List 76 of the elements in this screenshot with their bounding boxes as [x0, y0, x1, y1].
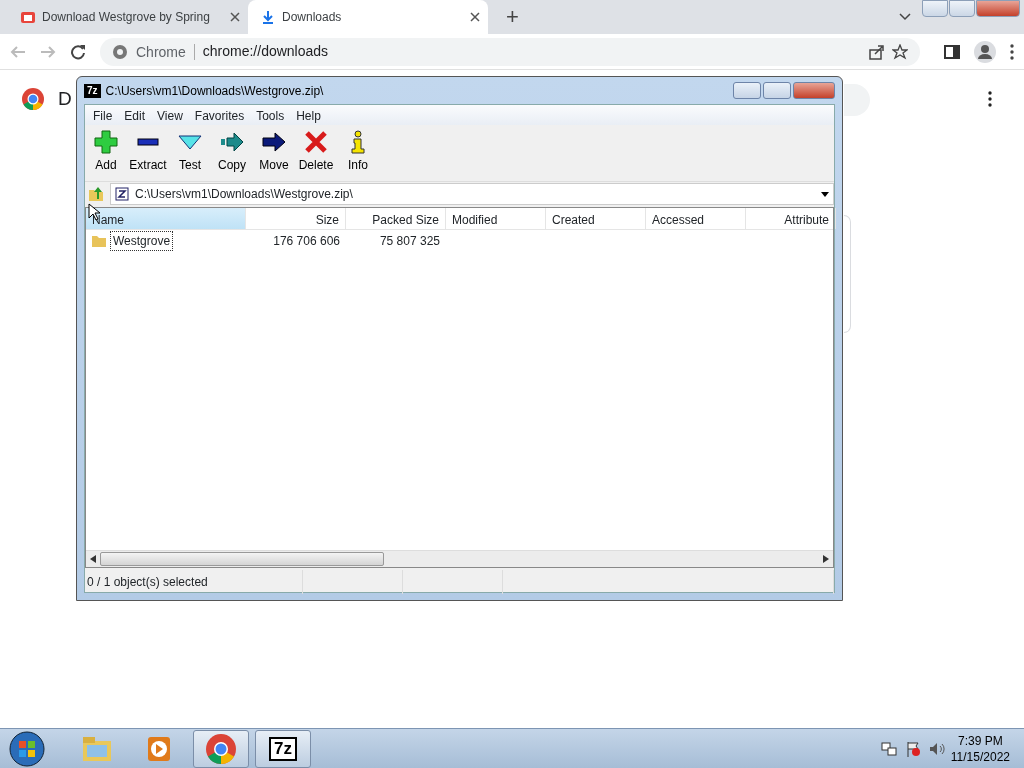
toolbar-button[interactable]: Info: [337, 127, 379, 177]
store-icon: [20, 9, 36, 25]
share-icon[interactable]: [868, 43, 884, 60]
browser-tab[interactable]: Downloads: [248, 0, 488, 34]
scroll-right-icon: [823, 555, 829, 563]
profile-icon[interactable]: [974, 40, 996, 63]
clock-time[interactable]: 7:39 PM: [950, 732, 1010, 749]
search-field[interactable]: [844, 84, 870, 116]
address-bar[interactable]: Chrome chrome://downloads: [100, 37, 920, 66]
clock-date[interactable]: 11/15/2022: [950, 748, 1010, 765]
app-icon: 7z: [84, 83, 101, 98]
chrome-icon: [112, 43, 128, 60]
column-header[interactable]: Modified: [446, 208, 546, 229]
toolbar-button[interactable]: Move: [253, 127, 295, 177]
close-button[interactable]: [793, 82, 835, 99]
arrow-icon: [262, 130, 286, 154]
maximize-button[interactable]: [763, 82, 791, 99]
dropdown-icon[interactable]: [821, 191, 829, 197]
close-icon[interactable]: [470, 12, 480, 22]
download-icon: [260, 9, 276, 25]
menu-item[interactable]: Tools: [250, 105, 291, 125]
new-tab-button[interactable]: +: [502, 6, 523, 28]
column-header[interactable]: Created: [546, 208, 646, 229]
table-cell-text: 75 807 325: [378, 233, 441, 250]
close-button[interactable]: [976, 0, 1020, 17]
toolbar-button[interactable]: Delete: [295, 127, 337, 177]
toolbar-button[interactable]: Test: [169, 127, 211, 177]
delete-icon: [304, 130, 328, 154]
toolbar-button[interactable]: Copy: [211, 127, 253, 177]
file-name[interactable]: Westgrove: [110, 231, 174, 251]
page-heading: D: [58, 88, 72, 110]
url-text: chrome://downloads: [202, 42, 330, 61]
column-header[interactable]: Accessed: [646, 208, 746, 229]
menu-item[interactable]: Favorites: [188, 105, 251, 125]
plus-icon: [94, 130, 118, 154]
close-icon[interactable]: [230, 12, 240, 22]
column-header[interactable]: Attribute: [746, 208, 836, 229]
status-text: 0 / 1 object(s) selected: [85, 570, 303, 594]
address-field[interactable]: C:\Users\vm1\Downloads\Westgrove.zip\: [110, 183, 834, 205]
table-cell-text: 176 706 606: [272, 233, 341, 250]
site-label: Chrome: [136, 43, 195, 60]
chrome-icon: [205, 732, 237, 765]
chevron-icon[interactable]: [899, 13, 911, 21]
browser-tab[interactable]: Download Westgrove by Spring: [8, 0, 248, 34]
folder-icon: [92, 235, 106, 247]
taskbar-button[interactable]: 7z: [255, 729, 311, 768]
menu-icon[interactable]: [988, 91, 992, 107]
toolbar-button[interactable]: Extract: [127, 127, 169, 177]
column-header[interactable]: Size: [246, 208, 346, 229]
arrow-icon: [220, 130, 244, 154]
menu-item[interactable]: View: [151, 105, 189, 125]
horizontal-scrollbar[interactable]: [86, 550, 833, 567]
window-title: C:\Users\vm1\Downloads\Westgrove.zip\: [105, 82, 324, 100]
minimize-button[interactable]: [733, 82, 761, 99]
column-header[interactable]: Name: [86, 208, 246, 229]
network-icon[interactable]: [880, 740, 897, 757]
side-panel-icon[interactable]: [944, 43, 960, 60]
reload-icon[interactable]: [70, 43, 86, 60]
scroll-left-icon: [90, 555, 96, 563]
start-button[interactable]: [7, 728, 47, 768]
menu-icon[interactable]: [1010, 43, 1014, 60]
flag-icon[interactable]: [904, 740, 921, 757]
address-text: C:\Users\vm1\Downloads\Westgrove.zip\: [135, 186, 354, 203]
tab-title: Download Westgrove by Spring: [42, 9, 211, 26]
folder-up-icon[interactable]: [88, 186, 104, 202]
menu-item[interactable]: Help: [290, 105, 327, 125]
tab-title: Downloads: [282, 9, 343, 26]
star-icon[interactable]: [892, 43, 908, 60]
column-header[interactable]: Packed Size: [346, 208, 446, 229]
chrome-logo-icon: [21, 87, 45, 111]
menu-item[interactable]: File: [87, 105, 119, 125]
toolbar-button[interactable]: Add: [85, 127, 127, 177]
taskbar-button[interactable]: [193, 729, 249, 768]
menu-item[interactable]: Edit: [118, 105, 152, 125]
app-label: 7z: [269, 736, 297, 761]
archive-icon: [115, 187, 129, 201]
